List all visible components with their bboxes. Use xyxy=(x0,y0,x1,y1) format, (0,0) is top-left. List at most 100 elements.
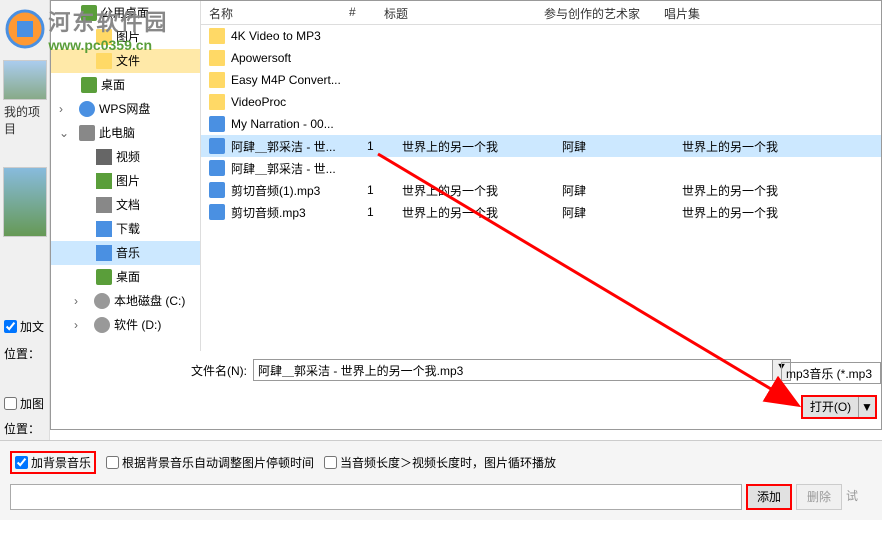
icon-desktop-icon xyxy=(81,77,97,93)
filter-dropdown[interactable]: mp3音乐 (*.mp3 xyxy=(781,362,881,384)
tree-item-label: 文档 xyxy=(116,193,140,217)
tree-item-downloads[interactable]: 下载 xyxy=(51,217,200,241)
file-title: 世界上的另一个我 xyxy=(402,138,562,155)
icon-folder-yellow-icon xyxy=(96,29,112,45)
tree-item-label: 桌面 xyxy=(101,73,125,97)
file-name: 剪切音频(1).mp3 xyxy=(231,182,367,199)
auto-adjust-checkbox[interactable]: 根据背景音乐自动调整图片停顿时间 xyxy=(106,454,314,471)
tree-item-disk-c[interactable]: › 本地磁盘 (C:) xyxy=(51,289,200,313)
file-num: 1 xyxy=(367,183,402,197)
icon-disk-icon xyxy=(94,293,110,309)
position2-label: 位置： xyxy=(4,420,40,437)
folder-icon xyxy=(209,72,225,88)
add-button[interactable]: 添加 xyxy=(746,484,792,510)
filename-row: 文件名(N): ⯆ xyxy=(51,356,881,384)
chevron-icon: ⌄ xyxy=(59,121,69,145)
add-image-chk[interactable] xyxy=(4,397,17,410)
delete-button[interactable]: 删除 xyxy=(796,484,842,510)
tree-item-documents[interactable]: 文档 xyxy=(51,193,200,217)
tree-item-label: 视频 xyxy=(116,145,140,169)
icon-download-icon xyxy=(96,221,112,237)
file-row[interactable]: VideoProc xyxy=(201,91,881,113)
file-name: Apowersoft xyxy=(231,51,367,65)
audio-icon xyxy=(209,138,225,154)
tree-item-disk-d[interactable]: › 软件 (D:) xyxy=(51,313,200,337)
tree-item-pictures[interactable]: 图片 xyxy=(51,169,200,193)
file-name: Easy M4P Convert... xyxy=(231,73,367,87)
col-artist[interactable]: 参与创作的艺术家 xyxy=(536,1,656,24)
bottom-panel: 加背景音乐 根据背景音乐自动调整图片停顿时间 当音频长度＞视频长度时，图片循环播… xyxy=(0,440,882,520)
file-name: VideoProc xyxy=(231,95,367,109)
tree-item-label: 本地磁盘 (C:) xyxy=(114,289,185,313)
folder-icon xyxy=(209,50,225,66)
file-row[interactable]: 剪切音频.mp3 1 世界上的另一个我 阿肆 世界上的另一个我 xyxy=(201,201,881,223)
icon-doc-icon xyxy=(96,197,112,213)
file-artist: 阿肆 xyxy=(562,204,682,221)
folder-icon xyxy=(209,94,225,110)
tree-item-label: 图片 xyxy=(116,169,140,193)
icon-cloud-icon xyxy=(79,101,95,117)
chevron-icon: › xyxy=(74,313,84,337)
tree-item-label: WPS网盘 xyxy=(99,97,150,121)
list-header: 名称 # 标题 参与创作的艺术家 唱片集 xyxy=(201,1,881,25)
tree-item-files[interactable]: 文件 xyxy=(51,49,200,73)
open-button-dropdown-icon[interactable]: ▼ xyxy=(859,397,875,417)
open-button-label[interactable]: 打开(O) xyxy=(803,397,859,417)
folder-tree: 公用桌面图片文件桌面›WPS网盘⌄此电脑视频图片文档下载音乐桌面›本地磁盘 (C… xyxy=(51,1,201,351)
file-dialog: 公用桌面图片文件桌面›WPS网盘⌄此电脑视频图片文档下载音乐桌面›本地磁盘 (C… xyxy=(50,0,882,430)
position-label: 位置： xyxy=(4,345,40,362)
icon-image-icon xyxy=(96,173,112,189)
col-title[interactable]: 标题 xyxy=(376,1,536,24)
icon-folder-yellow-icon xyxy=(96,53,112,69)
tree-item-wps[interactable]: ›WPS网盘 xyxy=(51,97,200,121)
tree-item-desktop2[interactable]: 桌面 xyxy=(51,265,200,289)
file-name: 4K Video to MP3 xyxy=(231,29,367,43)
col-num[interactable]: # xyxy=(341,1,376,24)
tree-item-this-pc[interactable]: ⌄ 此电脑 xyxy=(51,121,200,145)
file-name: My Narration - 00... xyxy=(231,117,367,131)
tree-item-label: 公用桌面 xyxy=(101,1,149,25)
open-button[interactable]: 打开(O) ▼ xyxy=(801,395,877,419)
add-text-checkbox[interactable]: 加文 xyxy=(4,318,44,335)
file-row[interactable]: 阿肆＿郭采洁 - 世... xyxy=(201,157,881,179)
file-album: 世界上的另一个我 xyxy=(682,182,832,199)
file-row[interactable]: Apowersoft xyxy=(201,47,881,69)
filename-label: 文件名(N): xyxy=(191,362,247,379)
file-name: 阿肆＿郭采洁 - 世... xyxy=(231,160,367,177)
col-album[interactable]: 唱片集 xyxy=(656,1,806,24)
tree-item-videos[interactable]: 视频 xyxy=(51,145,200,169)
file-row[interactable]: 阿肆＿郭采洁 - 世... 1 世界上的另一个我 阿肆 世界上的另一个我 xyxy=(201,135,881,157)
tree-item-label: 软件 (D:) xyxy=(114,313,161,337)
file-album: 世界上的另一个我 xyxy=(682,204,832,221)
filename-input[interactable] xyxy=(253,359,773,381)
file-row[interactable]: 4K Video to MP3 xyxy=(201,25,881,47)
file-row[interactable]: Easy M4P Convert... xyxy=(201,69,881,91)
tree-item-label: 音乐 xyxy=(116,241,140,265)
file-title: 世界上的另一个我 xyxy=(402,182,562,199)
audio-icon xyxy=(209,182,225,198)
audio-icon xyxy=(209,116,225,132)
file-list: 4K Video to MP3 Apowersoft Easy M4P Conv… xyxy=(201,25,881,349)
tree-item-label: 桌面 xyxy=(116,265,140,289)
add-image-checkbox[interactable]: 加图 xyxy=(4,395,44,412)
icon-desktop-icon xyxy=(96,269,112,285)
music-path-input[interactable] xyxy=(10,484,742,510)
tree-item-label: 图片 xyxy=(116,25,140,49)
file-row[interactable]: 剪切音频(1).mp3 1 世界上的另一个我 阿肆 世界上的另一个我 xyxy=(201,179,881,201)
col-name[interactable]: 名称 xyxy=(201,1,341,24)
loop-checkbox[interactable]: 当音频长度＞视频长度时，图片循环播放 xyxy=(324,454,556,471)
chevron-icon: › xyxy=(74,289,84,313)
tree-item-images[interactable]: 图片 xyxy=(51,25,200,49)
add-text-chk[interactable] xyxy=(4,320,17,333)
icon-computer-icon xyxy=(79,125,95,141)
tree-item-public-desktop[interactable]: 公用桌面 xyxy=(51,1,200,25)
file-name: 剪切音频.mp3 xyxy=(231,204,367,221)
tree-item-label: 此电脑 xyxy=(99,121,135,145)
tree-item-desktop[interactable]: 桌面 xyxy=(51,73,200,97)
file-row[interactable]: My Narration - 00... xyxy=(201,113,881,135)
tree-item-music[interactable]: 音乐 xyxy=(51,241,200,265)
audio-icon xyxy=(209,204,225,220)
add-bg-music-checkbox[interactable]: 加背景音乐 xyxy=(10,451,96,474)
try-button[interactable]: 试 xyxy=(846,484,872,510)
file-artist: 阿肆 xyxy=(562,182,682,199)
